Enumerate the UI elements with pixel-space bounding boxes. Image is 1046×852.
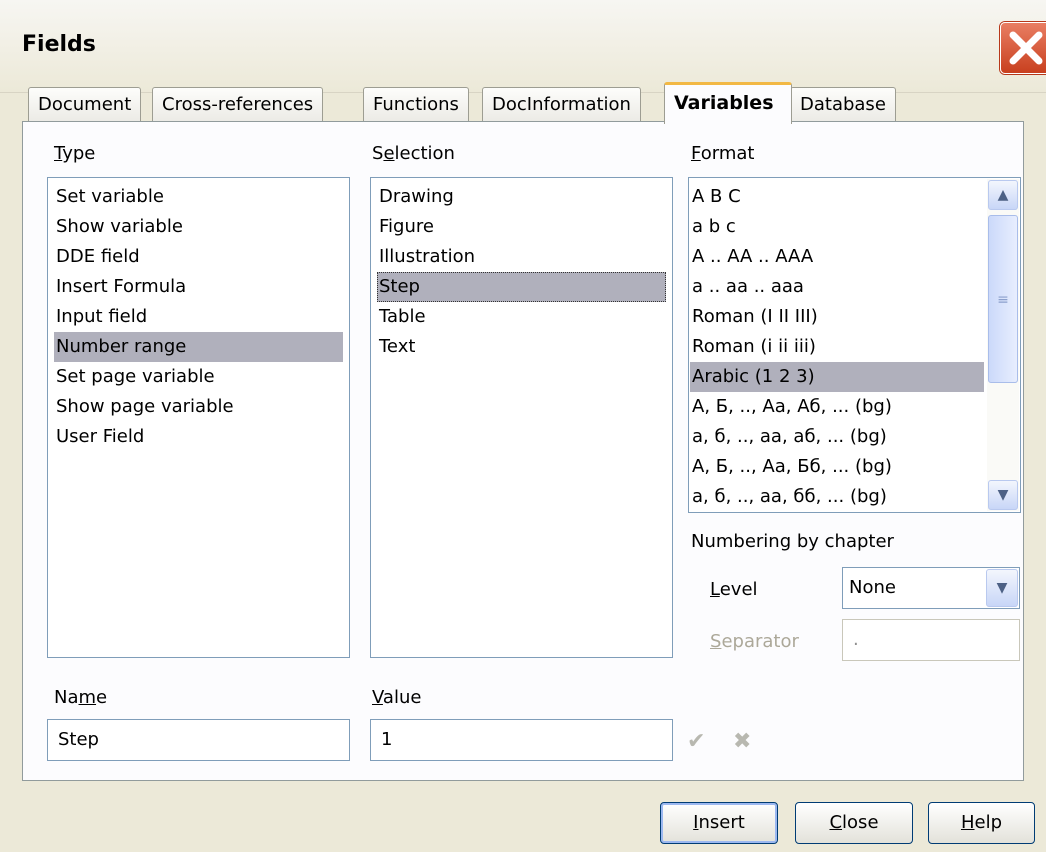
format-item-bg-lower-2[interactable]: а, б, .., аа, бб, ... (bg) <box>690 482 984 512</box>
scroll-up-icon[interactable]: ▲ <box>988 180 1018 210</box>
value-field[interactable]: 1 <box>370 719 673 761</box>
type-item-set-variable[interactable]: Set variable <box>54 182 343 212</box>
tab-cross-references[interactable]: Cross-references <box>152 87 324 121</box>
name-label-rest: e <box>96 687 108 708</box>
x-delete-icon[interactable]: ✖ <box>733 729 751 754</box>
level-select[interactable]: None ▼ <box>842 567 1020 609</box>
type-item-user-field[interactable]: User Field <box>54 422 343 452</box>
type-item-show-variable[interactable]: Show variable <box>54 212 343 242</box>
selection-list[interactable]: Drawing Figure Illustration Step Table T… <box>370 177 673 658</box>
type-item-show-page-variable[interactable]: Show page variable <box>54 392 343 422</box>
value-label-mnemonic: V <box>372 687 383 708</box>
value-label-rest: alue <box>382 687 422 708</box>
close-rest: lose <box>842 812 879 833</box>
scroll-down-icon[interactable]: ▼ <box>988 480 1018 510</box>
selection-item-text[interactable]: Text <box>377 332 666 362</box>
level-label: Level <box>710 579 758 600</box>
help-mnemonic: H <box>960 812 975 833</box>
level-label-mnemonic: L <box>710 579 720 600</box>
insert-rest: nsert <box>698 812 745 833</box>
selection-label: Selection <box>372 143 455 164</box>
selection-item-figure[interactable]: Figure <box>377 212 666 242</box>
format-item-abc-upper[interactable]: A B C <box>690 182 984 212</box>
close-icon[interactable] <box>1000 22 1046 74</box>
help-rest: elp <box>974 812 1003 833</box>
type-item-number-range[interactable]: Number range <box>54 332 343 362</box>
level-label-rest: evel <box>719 579 758 600</box>
format-list[interactable]: A B C a b c A .. AA .. AAA a .. aa .. aa… <box>688 177 1021 513</box>
scrollbar-thumb[interactable]: ≡ <box>988 215 1018 383</box>
level-select-value: None <box>849 577 896 598</box>
format-item-bg-upper-2[interactable]: А, Б, .., Аа, Бб, ... (bg) <box>690 452 984 482</box>
format-item-roman-lower[interactable]: Roman (i ii iii) <box>690 332 984 362</box>
selection-label-pre: S <box>372 143 384 164</box>
type-list[interactable]: Set variable Show variable DDE field Ins… <box>47 177 350 658</box>
name-field[interactable]: Step <box>47 719 350 761</box>
close-button[interactable]: Close <box>795 802 913 844</box>
type-label: Type <box>54 143 95 164</box>
help-button[interactable]: Help <box>928 802 1035 844</box>
format-item-a-aa-aaa-upper[interactable]: A .. AA .. AAA <box>690 242 984 272</box>
close-mnemonic: C <box>829 812 843 833</box>
format-item-bg-upper-1[interactable]: А, Б, .., Аа, Аб, ... (bg) <box>690 392 984 422</box>
numbering-heading: Numbering by chapter <box>691 531 894 552</box>
selection-label-rest: lection <box>394 143 455 164</box>
format-label-rest: ormat <box>700 143 755 164</box>
selection-item-drawing[interactable]: Drawing <box>377 182 666 212</box>
separator-label-rest: eparator <box>721 631 799 652</box>
format-scrollbar[interactable]: ▲ ≡ ▼ <box>987 179 1019 511</box>
name-label-mnemonic: m <box>78 687 97 708</box>
tab-functions[interactable]: Functions <box>363 87 469 121</box>
format-item-arabic[interactable]: Arabic (1 2 3) <box>690 362 984 392</box>
close-x-glyph <box>1009 31 1043 65</box>
format-label: Format <box>691 143 754 164</box>
chevron-down-icon[interactable]: ▼ <box>986 569 1018 607</box>
selection-item-illustration[interactable]: Illustration <box>377 242 666 272</box>
checkmark-icon[interactable]: ✔ <box>687 729 705 754</box>
type-item-input-field[interactable]: Input field <box>54 302 343 332</box>
insert-button[interactable]: Insert <box>660 802 778 844</box>
format-item-a-aa-aaa-lower[interactable]: a .. aa .. aaa <box>690 272 984 302</box>
title-bar: Fields <box>0 0 1046 93</box>
type-label-rest: ype <box>62 143 96 164</box>
name-label: Name <box>54 687 107 708</box>
dialog-title: Fields <box>22 32 96 57</box>
selection-label-mnemonic: e <box>383 143 395 164</box>
separator-label: Separator <box>710 631 799 652</box>
type-item-set-page-variable[interactable]: Set page variable <box>54 362 343 392</box>
selection-item-step[interactable]: Step <box>377 272 666 302</box>
separator-field[interactable]: . <box>842 619 1020 661</box>
tab-docinformation[interactable]: DocInformation <box>482 87 641 121</box>
type-item-insert-formula[interactable]: Insert Formula <box>54 272 343 302</box>
format-label-mnemonic: F <box>691 143 701 164</box>
name-label-pre: Na <box>54 687 79 708</box>
format-item-bg-lower-1[interactable]: а, б, .., аа, аб, ... (bg) <box>690 422 984 452</box>
format-item-abc-lower[interactable]: a b c <box>690 212 984 242</box>
tab-variables[interactable]: Variables <box>664 82 792 124</box>
tab-document[interactable]: Document <box>28 87 142 121</box>
type-label-mnemonic: T <box>54 143 63 164</box>
selection-item-table[interactable]: Table <box>377 302 666 332</box>
separator-label-mnemonic: S <box>710 631 722 652</box>
tab-database[interactable]: Database <box>790 87 896 121</box>
type-item-dde-field[interactable]: DDE field <box>54 242 343 272</box>
value-label: Value <box>372 687 421 708</box>
format-item-roman-upper[interactable]: Roman (I II III) <box>690 302 984 332</box>
